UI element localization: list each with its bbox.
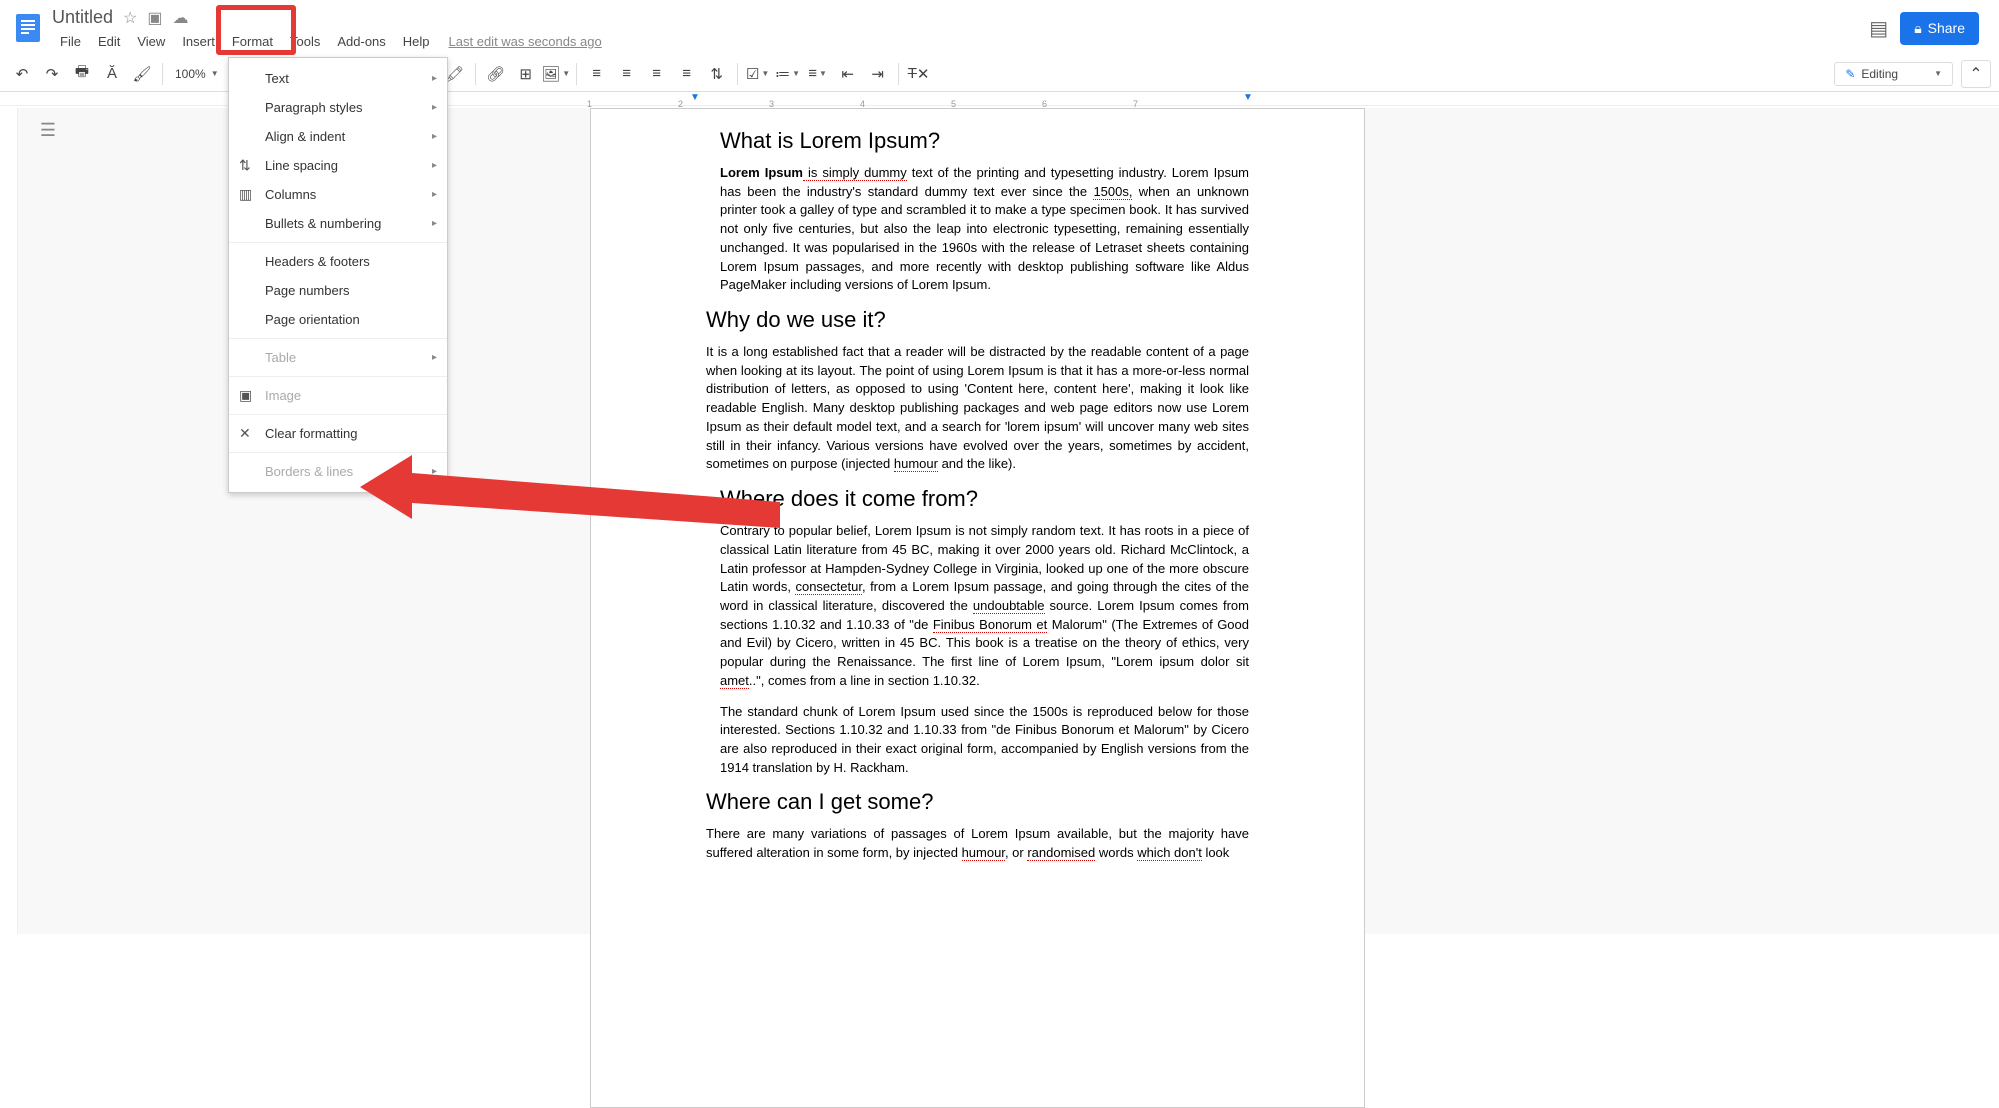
vertical-ruler[interactable] [0, 108, 18, 934]
paragraph: Lorem Ipsum is simply dummy text of the … [720, 164, 1249, 295]
doc-title[interactable]: Untitled [52, 7, 113, 28]
menu-item-page-orientation[interactable]: Page orientation [229, 305, 447, 334]
heading: Where can I get some? [706, 789, 1249, 815]
print-button[interactable]: 🖶 [68, 60, 96, 88]
paint-format-button[interactable]: 🖌 [128, 60, 156, 88]
cloud-status-icon[interactable]: ☁ [173, 8, 189, 28]
paragraph: It is a long established fact that a rea… [706, 343, 1249, 474]
align-left-button[interactable]: ≡ [583, 60, 611, 88]
line-spacing-icon: ⇅ [239, 157, 251, 174]
menu-item-line-spacing[interactable]: ⇅Line spacing [229, 151, 447, 180]
paragraph: Contrary to popular belief, Lorem Ipsum … [720, 522, 1249, 690]
bulleted-list-button[interactable]: ≔▼ [774, 60, 802, 88]
menu-item-columns[interactable]: ▥Columns [229, 180, 447, 209]
undo-button[interactable]: ↶ [8, 60, 36, 88]
ruler-right-indent-marker[interactable]: ▼ [1243, 92, 1253, 103]
paragraph: There are many variations of passages of… [706, 825, 1249, 862]
editing-mode-select[interactable]: ✎ Editing ▼ [1834, 62, 1953, 86]
menu-addons[interactable]: Add-ons [329, 30, 393, 53]
insert-link-button[interactable]: 🔗︎ [482, 60, 510, 88]
last-edit-link[interactable]: Last edit was seconds ago [449, 34, 602, 49]
docs-logo-icon[interactable] [8, 8, 48, 48]
menu-item-text[interactable]: Text [229, 64, 447, 93]
add-comment-button[interactable]: ⊞ [512, 60, 540, 88]
menu-format[interactable]: Format [224, 30, 281, 53]
zoom-select[interactable]: 100%▼ [169, 67, 225, 81]
insert-image-button[interactable]: 🖼▼ [542, 60, 570, 88]
lock-icon: 🔒︎ [1914, 20, 1921, 37]
menu-item-align-indent[interactable]: Align & indent [229, 122, 447, 151]
menubar: File Edit View Insert Format Tools Add-o… [52, 30, 1869, 53]
pencil-icon: ✎ [1845, 67, 1855, 81]
editing-mode-label: Editing [1861, 67, 1898, 81]
share-button-label: Share [1928, 20, 1965, 36]
menu-item-headers-footers[interactable]: Headers & footers [229, 247, 447, 276]
collapse-toolbar-button[interactable]: ⌃ [1961, 60, 1991, 88]
numbered-list-button[interactable]: ≡▼ [804, 60, 832, 88]
columns-icon: ▥ [239, 186, 252, 203]
menu-item-bullets-numbering[interactable]: Bullets & numbering [229, 209, 447, 238]
move-folder-icon[interactable]: ▣ [147, 8, 162, 28]
align-center-button[interactable]: ≡ [613, 60, 641, 88]
line-spacing-button[interactable]: ⇅ [703, 60, 731, 88]
spellcheck-button[interactable]: Ă [98, 60, 126, 88]
menu-item-page-numbers[interactable]: Page numbers [229, 276, 447, 305]
redo-button[interactable]: ↷ [38, 60, 66, 88]
menu-item-paragraph-styles[interactable]: Paragraph styles [229, 93, 447, 122]
titlebar: Untitled ☆ ▣ ☁ File Edit View Insert For… [0, 0, 1999, 56]
menu-help[interactable]: Help [395, 30, 438, 53]
heading: What is Lorem Ipsum? [720, 128, 1249, 154]
heading: Where does it come from? [720, 486, 1249, 512]
heading: Why do we use it? [706, 307, 1249, 333]
clear-formatting-icon: ✕ [239, 425, 251, 442]
paragraph: The standard chunk of Lorem Ipsum used s… [720, 703, 1249, 778]
menu-item-borders-lines: Borders & lines [229, 457, 447, 486]
format-menu-dropdown: Text Paragraph styles Align & indent ⇅Li… [228, 57, 448, 493]
menu-item-image: ▣Image [229, 381, 447, 410]
indent-decrease-button[interactable]: ⇤ [834, 60, 862, 88]
menu-file[interactable]: File [52, 30, 89, 53]
menu-item-table: Table [229, 343, 447, 372]
align-justify-button[interactable]: ≡ [673, 60, 701, 88]
menu-insert[interactable]: Insert [174, 30, 223, 53]
ruler-left-indent-marker[interactable]: ▼ [690, 92, 700, 103]
menu-tools[interactable]: Tools [282, 30, 328, 53]
comments-icon[interactable]: ▤ [1869, 16, 1888, 41]
share-button[interactable]: 🔒︎ Share [1900, 12, 1979, 45]
image-icon: ▣ [239, 387, 252, 404]
menu-view[interactable]: View [129, 30, 173, 53]
document-outline-icon[interactable]: ☰ [40, 120, 56, 934]
indent-increase-button[interactable]: ⇥ [864, 60, 892, 88]
checklist-button[interactable]: ☑▼ [744, 60, 772, 88]
clear-formatting-button[interactable]: T✕ [905, 60, 933, 88]
menu-edit[interactable]: Edit [90, 30, 128, 53]
document-page[interactable]: What is Lorem Ipsum? Lorem Ipsum is simp… [590, 108, 1365, 1108]
star-icon[interactable]: ☆ [123, 8, 137, 28]
align-right-button[interactable]: ≡ [643, 60, 671, 88]
menu-item-clear-formatting[interactable]: ✕Clear formatting [229, 419, 447, 448]
